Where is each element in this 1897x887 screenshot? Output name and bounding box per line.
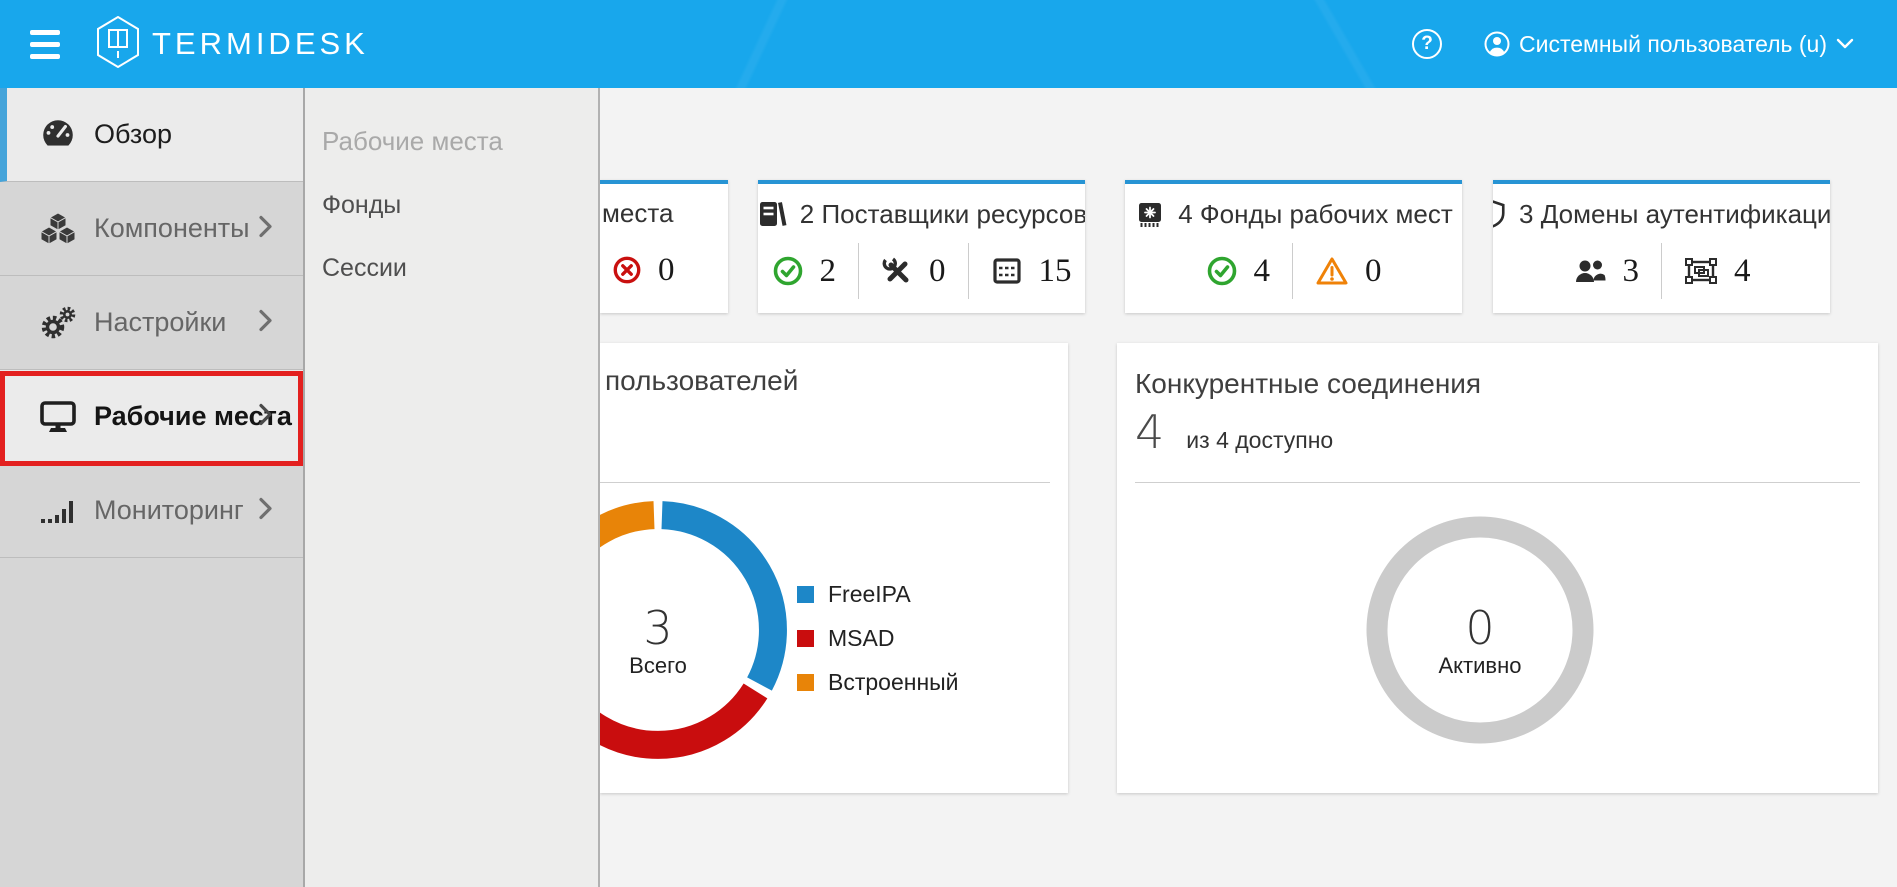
divider — [1135, 482, 1860, 483]
stat-groups: 4 — [1661, 243, 1773, 299]
summary-card-workplace-pools: 4 Фонды рабочих мест 4 0 — [1125, 180, 1462, 313]
summary-card-auth-domains: 3 Домены аутентификации 3 — [1493, 180, 1830, 313]
shield-icon — [1493, 198, 1507, 230]
sidebar-item-components[interactable]: Компоненты — [0, 182, 303, 276]
chart-legend: FreeIPA MSAD Встроенный — [797, 581, 959, 713]
question-icon: ? — [1421, 33, 1433, 55]
sidebar-item-monitoring[interactable]: Мониторинг — [0, 464, 303, 558]
object-group-icon — [1684, 255, 1718, 287]
stat-ok: 2 — [758, 243, 858, 299]
check-circle-icon — [772, 255, 804, 287]
check-circle-icon — [1206, 255, 1238, 287]
stat-total: 15 — [968, 243, 1086, 299]
sidebar-nav: Обзор Компон — [0, 88, 303, 887]
cubes-icon — [38, 211, 78, 247]
sidebar-item-workplaces[interactable]: Рабочие места — [0, 370, 303, 464]
legend-label: Встроенный — [828, 669, 959, 696]
donut-center-text: 0 Активно — [1370, 605, 1590, 679]
provider-icon — [758, 198, 788, 230]
signal-bars-icon — [38, 493, 78, 529]
available-count: 4 — [1135, 405, 1164, 459]
panel-title: Конкурентные соединения — [1135, 368, 1481, 400]
chevron-right-icon — [258, 308, 273, 337]
connections-summary: 4 из 4 доступно — [1135, 405, 1333, 459]
sidebar-item-label: Обзор — [94, 119, 172, 150]
warning-triangle-icon — [1315, 255, 1349, 287]
card-title: 3 Домены аутентификации — [1519, 199, 1830, 230]
hamburger-menu-button[interactable] — [30, 24, 70, 64]
panel-concurrent-connections: Конкурентные соединения 4 из 4 доступно … — [1117, 343, 1878, 793]
panel-auth-domains-chart: пользователей 3 Всего FreeIPA MSAD — [600, 343, 1068, 793]
termidesk-dashboard: TERMIDESK ? Системный пользователь (u) — [0, 0, 1897, 887]
stat-maintenance: 0 — [858, 243, 968, 299]
help-button[interactable]: ? — [1412, 29, 1442, 59]
legend-item-builtin: Встроенный — [797, 669, 959, 696]
stat-ok: 4 — [1184, 243, 1293, 299]
user-name: Системный пользователь (u) — [1519, 31, 1827, 58]
user-circle-icon — [1484, 31, 1510, 57]
stat-value: 0 — [1365, 253, 1382, 290]
stat-value: 0 — [658, 252, 675, 289]
monitor-icon — [38, 399, 78, 435]
sidebar-item-label: Мониторинг — [94, 495, 244, 526]
chip-icon — [1134, 198, 1166, 230]
users-icon — [1573, 255, 1607, 287]
sidebar-item-label: Настройки — [94, 307, 226, 338]
tools-icon — [881, 255, 913, 287]
chevron-right-icon — [258, 214, 273, 243]
grid-icon — [991, 255, 1023, 287]
stat-value: 3 — [1623, 253, 1640, 290]
gauge-icon — [38, 117, 78, 153]
brand-title: TERMIDESK — [152, 26, 369, 62]
stat-value: 0 — [929, 253, 946, 290]
legend-label: FreeIPA — [828, 581, 911, 608]
termidesk-logo-icon — [96, 16, 140, 73]
legend-label: MSAD — [828, 625, 894, 652]
summary-card-resource-providers: 2 Поставщики ресурсов 2 0 — [758, 180, 1085, 313]
card-title: 2 Поставщики ресурсов — [800, 199, 1085, 230]
legend-item-msad: MSAD — [797, 625, 959, 652]
submenu-item-pools[interactable]: Фонды — [322, 191, 598, 220]
user-menu[interactable]: Системный пользователь (u) — [1484, 31, 1863, 58]
main-content: места 0 2 Поставщ — [600, 88, 1897, 887]
chevron-right-icon — [258, 402, 273, 431]
card-title: 4 Фонды рабочих мест — [1178, 199, 1453, 230]
stat-value: 4 — [1254, 253, 1271, 290]
chevron-right-icon — [258, 496, 273, 525]
active-label: Активно — [1370, 653, 1590, 679]
legend-item-freeipa: FreeIPA — [797, 581, 959, 608]
sidebar-item-label: Компоненты — [94, 213, 250, 244]
active-count: 0 — [1370, 605, 1590, 651]
legend-swatch — [797, 674, 814, 691]
stat-errors: 0 — [612, 242, 687, 298]
stat-value: 15 — [1039, 253, 1072, 290]
stat-value: 2 — [820, 253, 837, 290]
top-navbar: TERMIDESK ? Системный пользователь (u) — [0, 0, 1897, 88]
submenu-title: Рабочие места — [322, 126, 598, 157]
available-caption: из 4 доступно — [1186, 427, 1333, 454]
donut-total-value: 3 — [600, 605, 778, 651]
card-title: места — [602, 198, 728, 229]
sidebar-item-settings[interactable]: Настройки — [0, 276, 303, 370]
summary-card-workplaces: места 0 — [600, 180, 728, 313]
sidebar-item-overview[interactable]: Обзор — [0, 88, 303, 182]
cross-circle-icon — [612, 255, 642, 285]
submenu-item-sessions[interactable]: Сессии — [322, 254, 598, 283]
divider — [600, 482, 1050, 483]
donut-total-label: Всего — [600, 653, 778, 679]
stat-users: 3 — [1551, 243, 1662, 299]
legend-swatch — [797, 630, 814, 647]
legend-swatch — [797, 586, 814, 603]
gears-icon — [38, 305, 78, 341]
stat-value: 4 — [1734, 253, 1751, 290]
workplaces-submenu-panel: Рабочие места Фонды Сессии — [303, 88, 600, 887]
chevron-down-icon — [1836, 38, 1854, 50]
stat-warnings: 0 — [1292, 243, 1404, 299]
panel-title: пользователей — [605, 365, 798, 397]
donut-center-text: 3 Всего — [600, 605, 778, 679]
